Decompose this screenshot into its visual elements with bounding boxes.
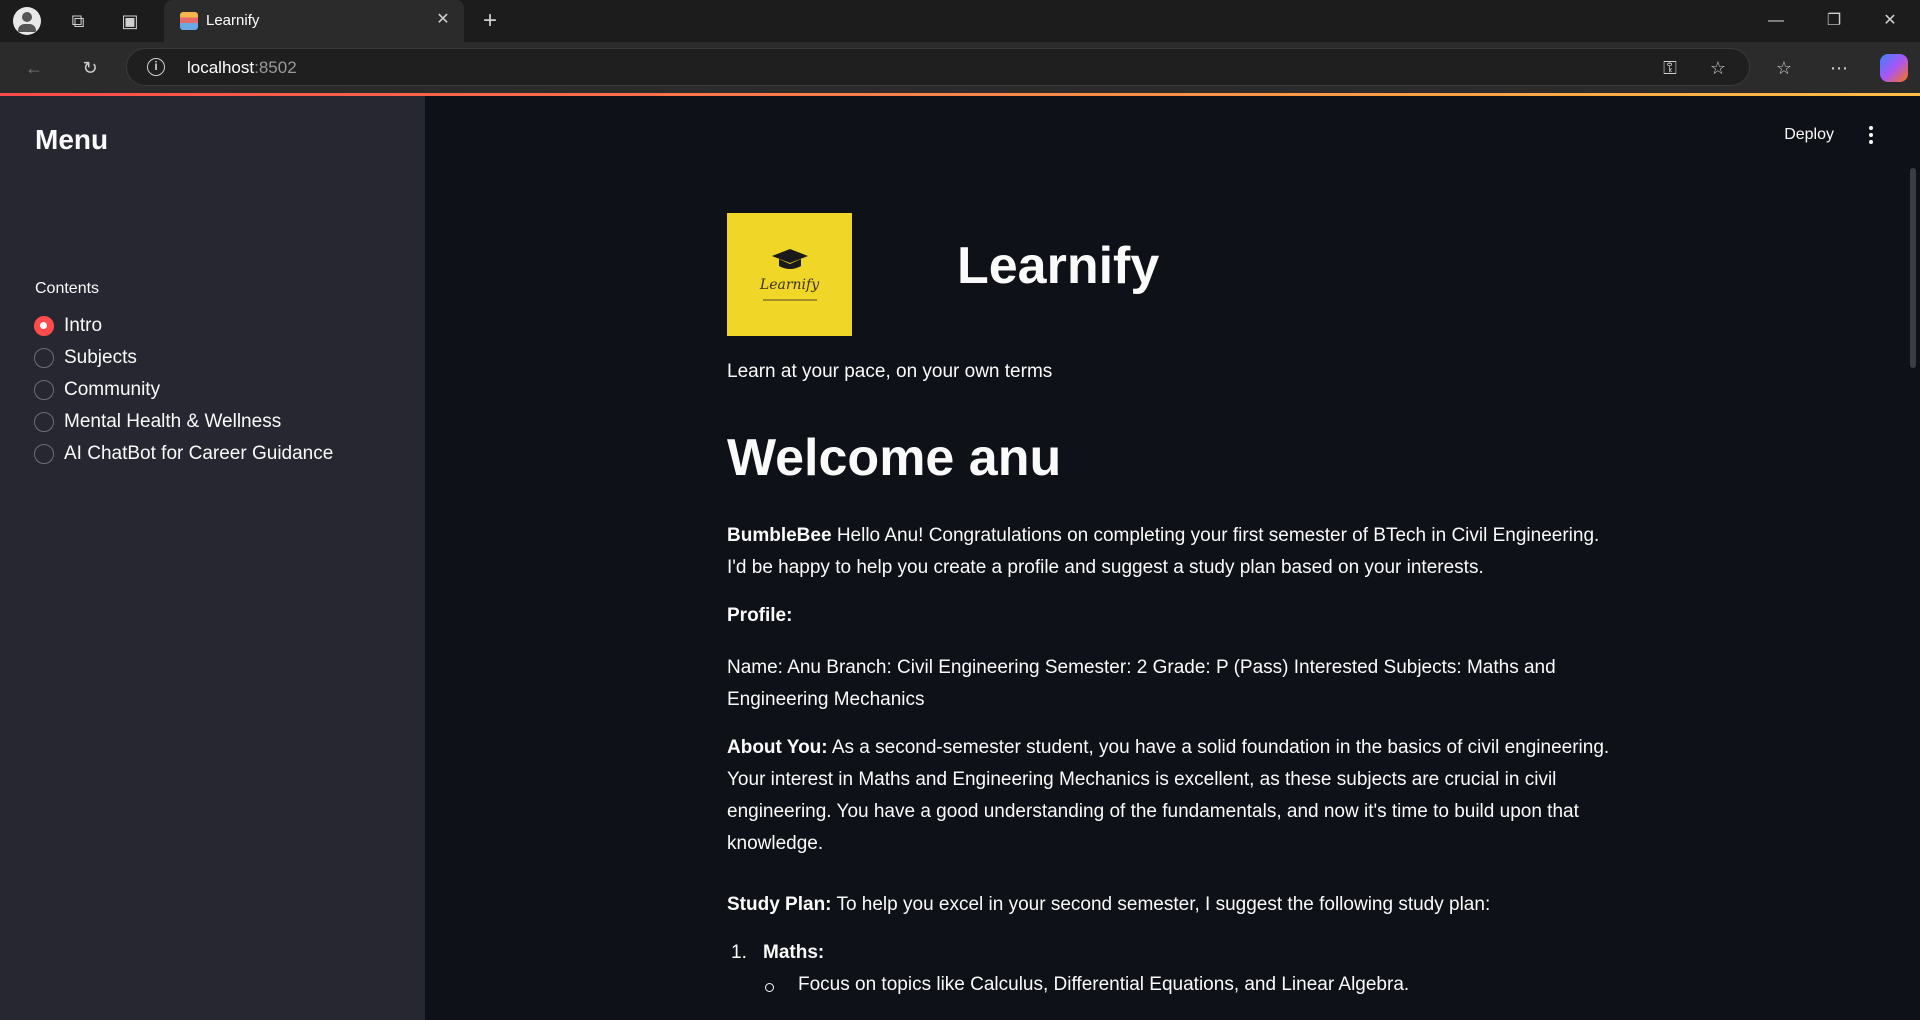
sidebar-item-label: AI ChatBot for Career Guidance	[64, 443, 334, 464]
sidebar-item-label: Mental Health & Wellness	[64, 411, 282, 432]
logo-underline	[763, 299, 817, 301]
refresh-icon[interactable]: ↻	[76, 56, 104, 80]
sidebar-item-label: Subjects	[64, 347, 137, 368]
sidebar-item-label: Intro	[64, 315, 103, 336]
url-host: localhost	[187, 58, 255, 77]
back-icon[interactable]: ←	[20, 56, 48, 80]
sidebar-title: Menu	[35, 124, 109, 155]
main-menu-icon[interactable]	[1866, 124, 1876, 146]
bullet-icon	[765, 983, 774, 992]
browser-toolbar: ← ↻ i localhost:8502 ⚿ ☆ ☆ ⋯	[0, 42, 1920, 94]
browser-tab[interactable]: Learnify ✕	[164, 0, 464, 42]
copilot-icon[interactable]	[1880, 54, 1908, 82]
tab-title: Learnify	[206, 12, 260, 29]
tab-actions-icon[interactable]: ▣	[116, 9, 144, 33]
profile-heading: Profile:	[727, 600, 1617, 632]
bot-name: BumbleBee	[727, 525, 832, 546]
main-content: Deploy Learnify Learnify Learn at your p…	[425, 96, 1920, 1020]
app-logo: Learnify	[727, 213, 852, 336]
radio-selected-icon[interactable]	[34, 316, 54, 336]
favorite-star-icon[interactable]: ☆	[1705, 55, 1731, 81]
profile-text: Name: Anu Branch: Civil Engineering Seme…	[727, 657, 1556, 710]
scrollbar[interactable]	[1910, 168, 1916, 368]
deploy-button[interactable]: Deploy	[1784, 126, 1834, 144]
address-bar[interactable]: i localhost:8502 ⚿ ☆	[126, 48, 1750, 86]
plan-text: To help you excel in your second semeste…	[836, 894, 1491, 915]
favorites-icon[interactable]: ☆	[1770, 56, 1798, 80]
minimize-icon[interactable]: —	[1762, 9, 1790, 33]
logo-text: Learnify	[759, 277, 820, 293]
key-icon[interactable]: ⚿	[1657, 55, 1683, 81]
radio-icon[interactable]	[34, 348, 54, 368]
new-tab-icon[interactable]: +	[476, 9, 504, 33]
sidebar-item-mental-health[interactable]: Mental Health & Wellness	[34, 408, 281, 436]
sidebar-item-ai-chatbot[interactable]: AI ChatBot for Career Guidance	[34, 440, 333, 468]
favicon-icon	[180, 12, 198, 30]
about-heading: About You:	[727, 737, 828, 758]
info-icon[interactable]: i	[147, 58, 165, 76]
radio-icon[interactable]	[34, 444, 54, 464]
plan-heading: Study Plan:	[727, 894, 832, 915]
sidebar-item-label: Community	[64, 379, 161, 400]
welcome-heading: Welcome anu	[727, 429, 1062, 487]
sidebar	[0, 96, 425, 1020]
app-title: Learnify	[957, 237, 1160, 295]
radio-group-label: Contents	[35, 280, 100, 297]
list-number: 1.	[731, 942, 747, 963]
tagline: Learn at your pace, on your own terms	[727, 361, 1053, 382]
bot-message: BumbleBee Hello Anu! Congratulations on …	[727, 520, 1617, 584]
workspaces-icon[interactable]: ⧉	[64, 9, 92, 33]
about-text: As a second-semester student, you have a…	[727, 737, 1610, 854]
list-item: Focus on topics like Calculus, Different…	[798, 974, 1410, 995]
close-window-icon[interactable]: ✕	[1876, 9, 1904, 33]
radio-icon[interactable]	[34, 412, 54, 432]
about-section: About You: As a second-semester student,…	[727, 732, 1617, 860]
profile-icon[interactable]	[13, 7, 41, 35]
plan-section: Study Plan: To help you excel in your se…	[727, 889, 1617, 921]
list-item-title: Maths:	[763, 942, 825, 963]
more-icon[interactable]: ⋯	[1825, 56, 1853, 80]
radio-icon[interactable]	[34, 380, 54, 400]
sidebar-item-subjects[interactable]: Subjects	[34, 344, 137, 372]
sidebar-item-community[interactable]: Community	[34, 376, 160, 404]
sidebar-item-intro[interactable]: Intro	[34, 312, 102, 340]
url-port: :8502	[254, 58, 297, 77]
close-tab-icon[interactable]: ✕	[432, 9, 454, 31]
url-text[interactable]: localhost:8502	[187, 58, 297, 78]
browser-titlebar: ⧉ ▣ Learnify ✕ + — ❐ ✕	[0, 0, 1920, 42]
bot-message-text: Hello Anu! Congratulations on completing…	[727, 525, 1600, 578]
restore-icon[interactable]: ❐	[1820, 9, 1848, 33]
profile-heading-text: Profile:	[727, 605, 793, 626]
graduation-cap-icon	[772, 249, 808, 269]
